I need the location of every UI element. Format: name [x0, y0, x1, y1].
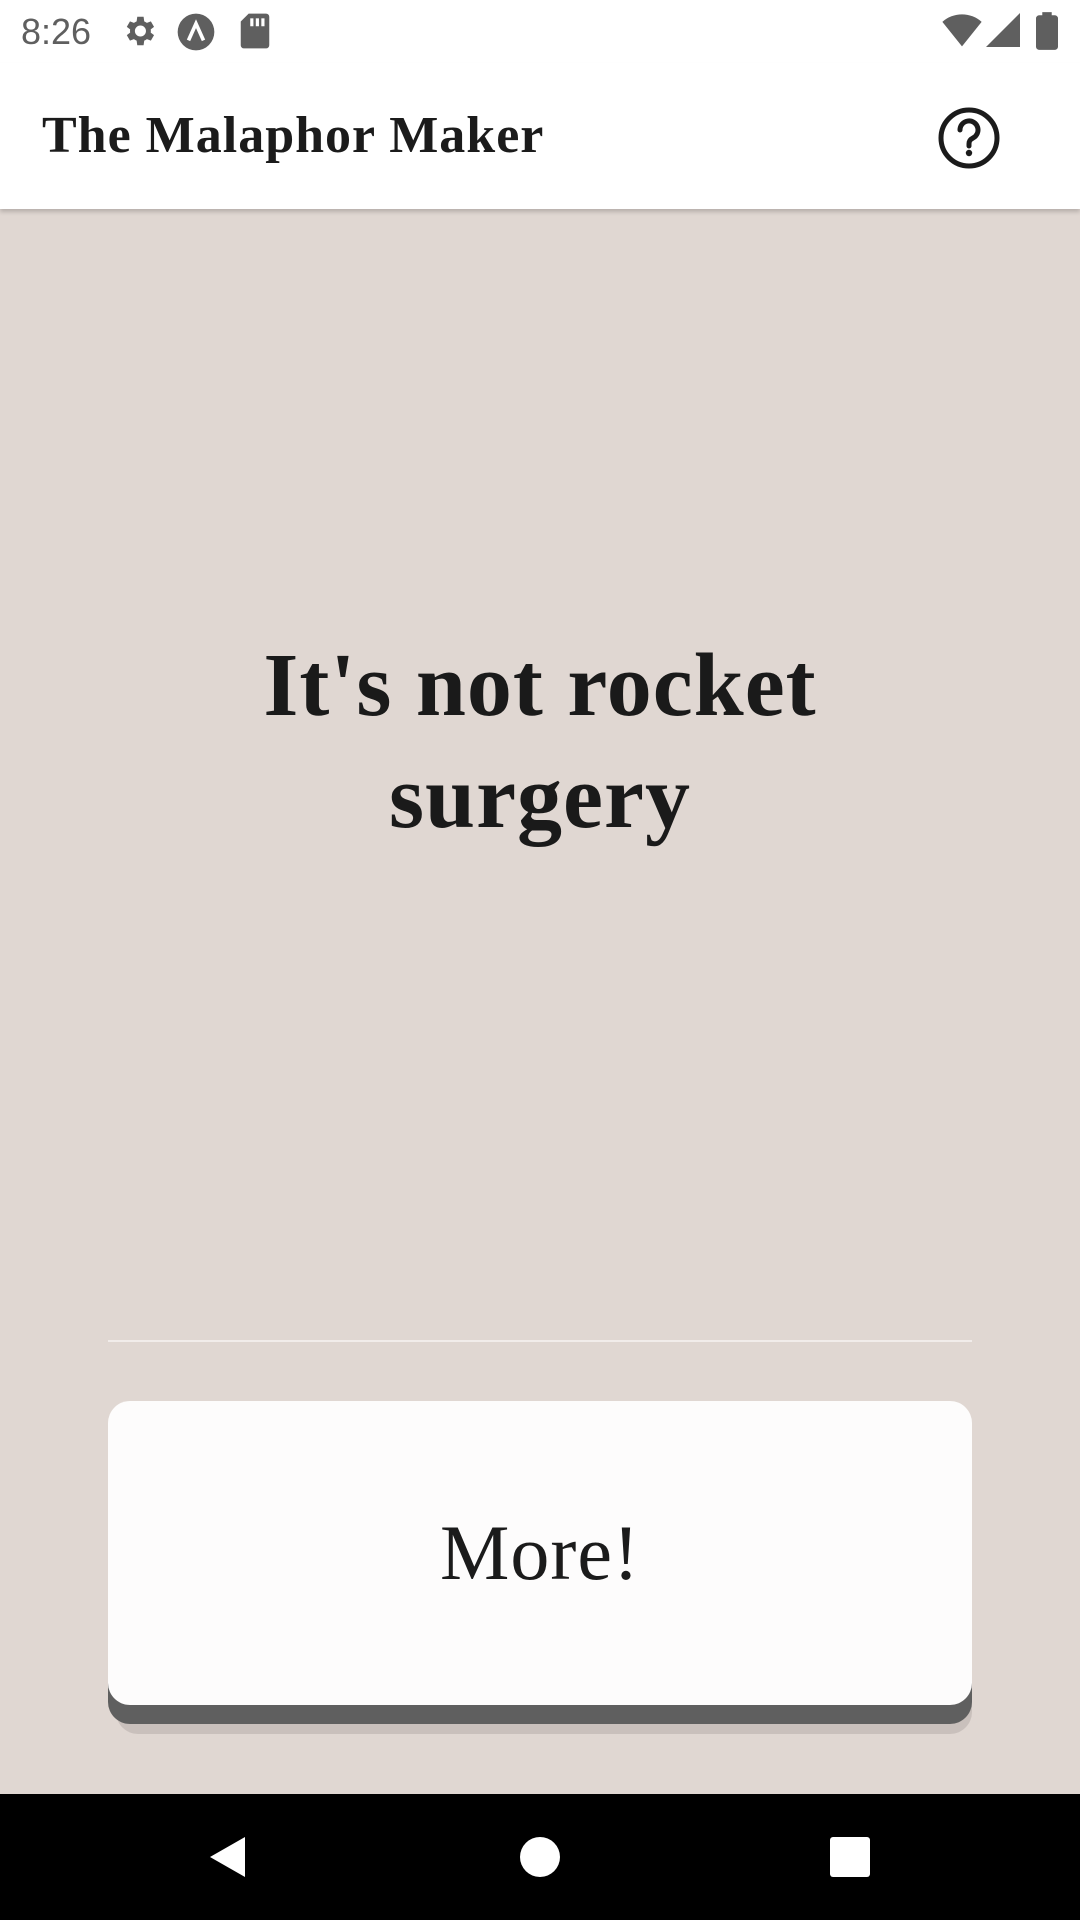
- help-button[interactable]: [936, 105, 1002, 171]
- recents-icon: [830, 1837, 870, 1877]
- app-a-icon: [176, 12, 216, 57]
- settings-icon: [120, 12, 158, 55]
- navigation-bar: [0, 1794, 1080, 1920]
- home-button[interactable]: [505, 1822, 575, 1892]
- more-button-label: More!: [440, 1509, 640, 1596]
- wifi-icon: [942, 12, 982, 53]
- sd-card-icon: [238, 12, 272, 55]
- malaphor-phrase: It's not rocket surgery: [263, 636, 817, 847]
- status-time: 8:26: [21, 11, 92, 52]
- status-bar: 8:26: [0, 0, 1080, 63]
- divider: [108, 1340, 972, 1342]
- app-title: The Malaphor Maker: [42, 107, 545, 164]
- help-circle-icon: [938, 107, 1000, 169]
- more-button[interactable]: More!: [108, 1401, 972, 1705]
- recents-button[interactable]: [815, 1822, 885, 1892]
- home-icon: [520, 1837, 560, 1877]
- back-button[interactable]: [190, 1822, 260, 1892]
- app-bar: The Malaphor Maker: [0, 63, 1080, 209]
- signal-icon: [986, 12, 1020, 53]
- battery-icon: [1036, 12, 1058, 55]
- back-icon: [210, 1837, 245, 1877]
